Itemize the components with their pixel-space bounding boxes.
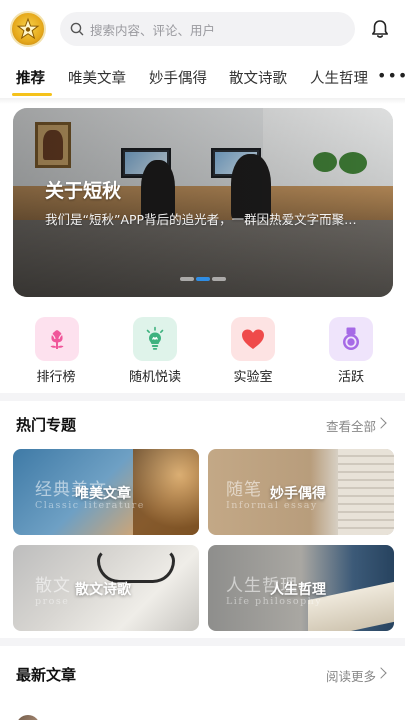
carousel-dot[interactable]	[212, 277, 226, 281]
view-all-link[interactable]: 查看全部	[326, 416, 376, 435]
author-avatar	[16, 715, 40, 720]
ranking-label: 排行榜	[36, 370, 76, 385]
chevron-right-icon	[375, 417, 387, 429]
star-logo-icon	[16, 17, 40, 40]
chevron-right-icon	[375, 667, 387, 679]
topic-card-prose-poetry[interactable]: 散文 prose 散文诗歌	[13, 545, 199, 631]
lightbulb-icon	[146, 326, 164, 350]
tabs-divider	[0, 98, 405, 104]
latest-articles-title: 最新文章	[16, 666, 77, 684]
topic-card-inspired-writing[interactable]: 随笔 Informal essay 妙手偶得	[208, 449, 394, 535]
topic-card-bg-subtitle: prose	[35, 596, 70, 607]
active-label: 活跃	[337, 370, 364, 385]
app-logo-avatar[interactable]	[10, 11, 46, 47]
top-bar: 搜索内容、评论、用户	[0, 0, 405, 58]
tab-inspired-writing[interactable]: 妙手偶得	[149, 67, 207, 88]
topic-card-beautiful-articles[interactable]: 经典美文 Classic literature 唯美文章	[13, 449, 199, 535]
tab-life-philosophy[interactable]: 人生哲理	[310, 67, 368, 88]
medal-icon	[343, 327, 359, 350]
tab-prose-poetry[interactable]: 散文诗歌	[229, 67, 287, 88]
active-button[interactable]	[329, 317, 373, 361]
hot-topics-title: 热门专题	[16, 416, 77, 434]
random-read-button[interactable]	[133, 317, 177, 361]
carousel-dot-active[interactable]	[196, 277, 210, 281]
topic-card-title: 散文诗歌	[75, 582, 131, 598]
topic-card-title: 唯美文章	[75, 486, 131, 502]
tab-recommend[interactable]: 推荐	[16, 67, 45, 88]
search-bar[interactable]: 搜索内容、评论、用户	[60, 12, 355, 46]
section-divider	[0, 393, 405, 401]
carousel-dot[interactable]	[180, 277, 194, 281]
topic-card-title: 人生哲理	[270, 582, 326, 598]
lab-label: 实验室	[233, 370, 273, 385]
random-read-label: 随机悦读	[128, 370, 181, 385]
tulip-icon	[50, 330, 64, 349]
heart-icon	[242, 329, 264, 349]
featured-banner[interactable]: 关于短秋 我们是“短秋”APP背后的追光者，一群因热爱文字而聚集的人	[13, 108, 393, 297]
latest-article-row-peek[interactable]	[16, 707, 396, 720]
search-icon	[70, 22, 84, 36]
banner-subtitle: 我们是“短秋”APP背后的追光者，一群因热爱文字而聚集的人	[45, 212, 367, 227]
more-tabs-button[interactable]: •••	[377, 66, 405, 85]
ranking-button[interactable]	[35, 317, 79, 361]
topic-card-title: 妙手偶得	[270, 486, 326, 502]
tab-beautiful-articles[interactable]: 唯美文章	[68, 67, 126, 88]
active-tab-indicator	[12, 93, 52, 96]
lab-button[interactable]	[231, 317, 275, 361]
topic-card-bg-title: 散文	[35, 576, 71, 596]
read-more-link[interactable]: 阅读更多	[326, 666, 376, 685]
banner-title: 关于短秋	[45, 180, 122, 202]
section-divider	[0, 638, 405, 646]
search-placeholder: 搜索内容、评论、用户	[90, 22, 216, 38]
topic-card-bg-title: 随笔	[226, 480, 262, 500]
bell-icon[interactable]	[369, 18, 391, 40]
category-tabs: 推荐 唯美文章 妙手偶得 散文诗歌 人生哲理 •••	[0, 58, 405, 98]
topic-card-life-philosophy[interactable]: 人生哲理 Life philosophy 人生哲理	[208, 545, 394, 631]
